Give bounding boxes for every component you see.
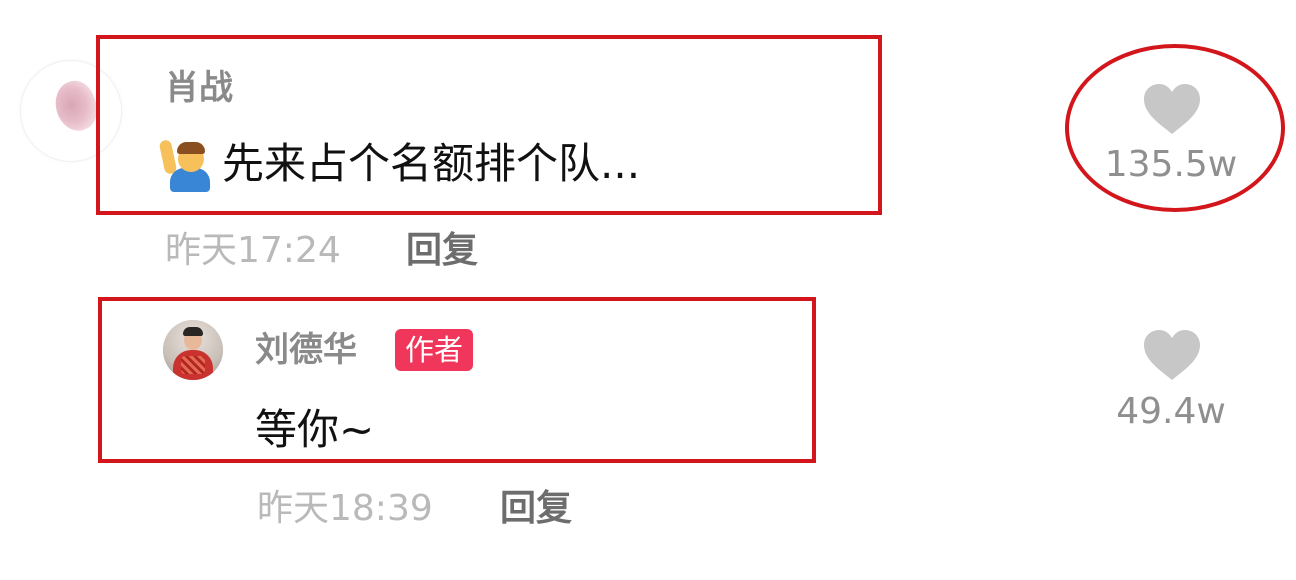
annotation-circle-likes [1065, 44, 1285, 212]
comment-timestamp: 昨天17:24 [165, 230, 341, 271]
heart-icon [1144, 330, 1200, 380]
reply-like-count: 49.4w [1116, 391, 1226, 432]
comment-reply-button[interactable]: 回复 [406, 226, 478, 276]
annotation-box-reply [98, 297, 816, 463]
annotation-box-comment [96, 35, 882, 215]
reply-reply-button[interactable]: 回复 [500, 484, 572, 534]
reply-like-button[interactable] [1142, 328, 1202, 386]
reply-timestamp: 昨天18:39 [257, 488, 433, 529]
